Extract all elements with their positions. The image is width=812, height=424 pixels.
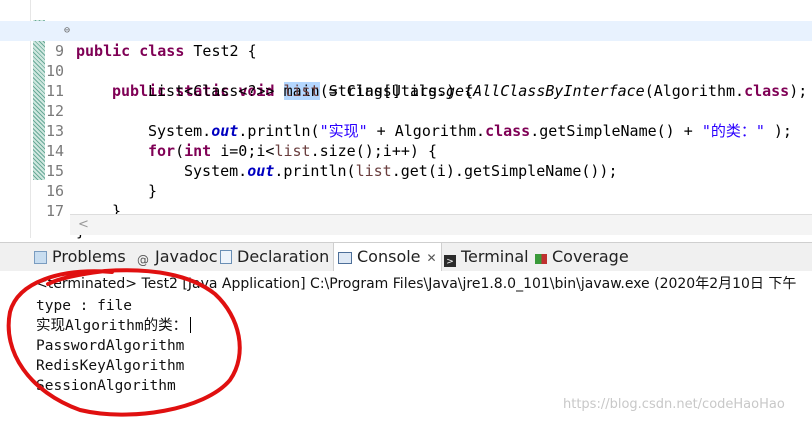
code-line[interactable]: 18 [0, 201, 812, 213]
code-line[interactable]: 11 [0, 61, 812, 100]
tab-javadoc[interactable]: @ Javadoc [136, 243, 218, 271]
fold-collapse-icon[interactable]: ⊖ [64, 21, 70, 41]
console-output-line: SessionAlgorithm [36, 378, 176, 394]
coverage-icon [535, 254, 547, 264]
code-line[interactable]: 13 for(int i=0;i<list.size();i++) { [0, 101, 812, 160]
console-output-line: type : file [36, 298, 133, 314]
terminal-icon: > [444, 255, 456, 267]
watermark: https://blog.csdn.net/codeHaoHao [563, 397, 785, 412]
close-icon[interactable]: ✕ [427, 251, 437, 265]
console-output-line: RedisKeyAlgorithm [36, 358, 185, 374]
code-line-current[interactable]: 9 ⊖ public static void main(String[] arg… [0, 21, 812, 100]
tab-coverage[interactable]: Coverage [535, 243, 629, 271]
code-line[interactable]: 16 } [0, 161, 812, 220]
console-icon [338, 252, 352, 264]
code-line[interactable]: 14 System.out.println(list.get(i).getSim… [0, 121, 812, 180]
problems-icon [34, 251, 47, 264]
view-tab-bar: Problems @ Javadoc Declaration Console ✕ >… [0, 242, 812, 272]
tab-declaration[interactable]: Declaration [220, 243, 329, 271]
at-icon: @ [137, 253, 149, 267]
declaration-icon [220, 250, 232, 264]
tab-problems[interactable]: Problems [34, 243, 126, 271]
tab-console[interactable]: Console ✕ [333, 243, 442, 272]
tab-terminal[interactable]: > Terminal [444, 243, 529, 271]
console-status-line: <terminated> Test2 [Java Application] C:… [36, 276, 797, 292]
code-line[interactable]: 10 List<Class<?>> list = ClassUtils.getA… [0, 41, 812, 100]
text-caret [190, 317, 192, 333]
scroll-left-icon[interactable]: < [78, 217, 89, 232]
horizontal-scrollbar[interactable]: < [70, 214, 812, 235]
code-line[interactable]: 8 public class Test2 { [0, 1, 812, 60]
console-output-line: PasswordAlgorithm [36, 338, 185, 354]
code-line[interactable]: 17 } [0, 181, 812, 240]
code-line[interactable]: 15 } [0, 141, 812, 200]
console-output-line: 实现Algorithm的类： [36, 316, 192, 336]
code-line[interactable]: 12 System.out.println("实现" + Algorithm.c… [0, 81, 812, 140]
code-editor[interactable]: 8 public class Test2 { 9 ⊖ public static… [0, 0, 812, 240]
